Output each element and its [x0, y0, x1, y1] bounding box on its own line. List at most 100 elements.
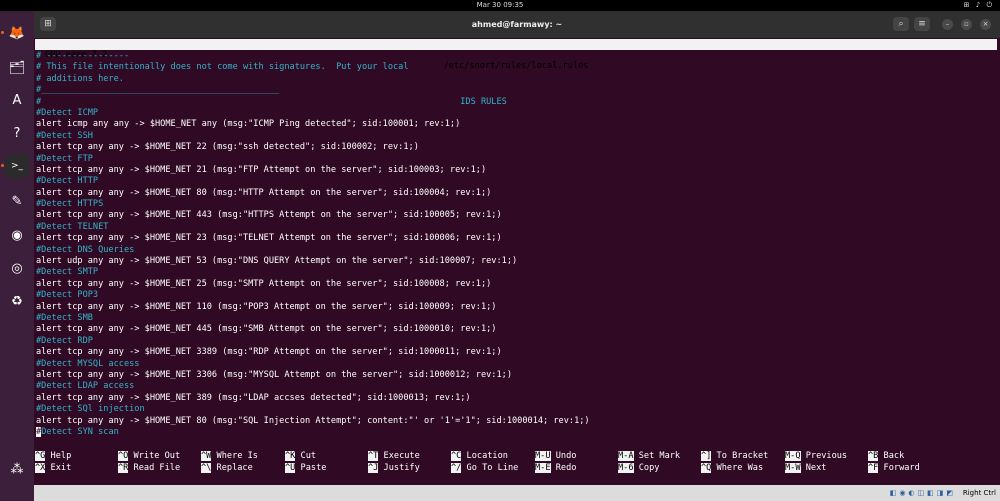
dock-show-apps-icon[interactable]: ⁂ [5, 457, 29, 481]
line-text: Detect SYN scan [41, 426, 119, 437]
nano-header: GNU nano 7.2 /etc/snort/rules/local.rule… [35, 39, 997, 71]
shortcut-previous: M-Q Previous [785, 451, 847, 462]
rule-line[interactable]: alert tcp any any -> $HOME_NET 3389 (msg… [35, 347, 997, 358]
comment-line[interactable]: # This file intentionally does not come … [35, 62, 997, 73]
shortcut-key: M-U [535, 451, 551, 461]
shortcut-key: ^W [201, 451, 212, 461]
shortcut-key: M-W [785, 462, 801, 473]
rule-line[interactable]: alert tcp any any -> $HOME_NET 3306 (msg… [35, 370, 997, 381]
rule-line[interactable]: alert icmp any any -> $HOME_NET any (msg… [35, 119, 997, 130]
shortcut-key: ^B [868, 451, 879, 461]
shortcut-label: Where Was [716, 462, 764, 473]
comment-line[interactable]: #Detect TELNET [35, 222, 997, 233]
comment-line[interactable]: # ---------------- [35, 51, 997, 62]
comment-line[interactable]: #Detect SQl injection [35, 404, 997, 415]
shortcut-key: ^/ [451, 462, 462, 473]
shortcut-where-is: ^W Where Is [201, 451, 258, 462]
dock-disc-2-icon[interactable]: ◎ [5, 256, 29, 280]
rule-line[interactable]: alert tcp any any -> $HOME_NET 443 (msg:… [35, 210, 997, 221]
shortcut-label: Set Mark [638, 451, 681, 461]
nano-editor[interactable]: GNU nano 7.2 /etc/snort/rules/local.rule… [35, 39, 997, 484]
comment-line[interactable]: # IDS RULES [35, 97, 997, 108]
shortcut-key: M-A [618, 451, 634, 461]
shortcut-set-mark: M-A Set Mark [618, 451, 680, 462]
rule-line[interactable]: alert tcp any any -> $HOME_NET 445 (msg:… [35, 324, 997, 335]
rule-line[interactable]: alert tcp any any -> $HOME_NET 80 (msg:"… [35, 188, 997, 199]
shortcut-label: Go To Line [466, 462, 519, 473]
shortcut-label: Exit [50, 462, 72, 473]
rule-line[interactable]: alert tcp any any -> $HOME_NET 23 (msg:"… [35, 233, 997, 244]
shortcut-label: Next [805, 462, 827, 473]
shortcut-key: ^O [118, 451, 129, 461]
comment-line[interactable]: #Detect DNS Queries [35, 245, 997, 256]
volume-icon: ♪ [975, 1, 983, 9]
shortcut-label: Undo [555, 451, 577, 461]
dock-disc-icon[interactable]: ◉ [5, 223, 29, 247]
shortcut-key: M-E [535, 462, 551, 473]
rule-line[interactable]: alert tcp any any -> $HOME_NET 25 (msg:"… [35, 279, 997, 290]
shortcut-label: Execute [383, 451, 420, 461]
shortcut-where-was: ^Q Where Was [701, 462, 764, 474]
power-icon: ⏻ [986, 1, 994, 9]
shortcut-undo: M-U Undo [535, 451, 576, 462]
menu-icon[interactable]: ≡ [914, 17, 930, 31]
comment-line[interactable]: #Detect SYN scan [35, 426, 997, 438]
shortcut-paste: ^U Paste [285, 462, 326, 474]
shortcut-exit: ^X Exit [35, 462, 72, 474]
shortcut-forward: ^F Forward [868, 462, 920, 474]
rule-line[interactable]: alert tcp any any -> $HOME_NET 389 (msg:… [35, 393, 997, 404]
dock-trash-icon[interactable]: ♻ [5, 289, 29, 313]
comment-line[interactable]: #Detect FTP [35, 154, 997, 165]
maximize-icon[interactable]: ▫ [961, 19, 972, 30]
dock-text-editor-icon[interactable]: ✎ [5, 189, 29, 213]
comment-line[interactable]: #Detect LDAP access [35, 381, 997, 392]
shortcut-back: ^B Back [868, 451, 904, 462]
terminal-window: ⊞ ahmed@farmawy: ~ ⌕ ≡ – ▫ × GNU nano 7.… [34, 11, 1000, 485]
search-icon[interactable]: ⌕ [893, 17, 909, 31]
shortcut-label: Back [883, 451, 905, 461]
dock-app-center-icon[interactable]: A [5, 88, 29, 112]
editor-content[interactable]: # ---------------- # This file intentiona… [35, 51, 997, 438]
rule-line[interactable]: alert tcp any any -> $HOME_NET 110 (msg:… [35, 302, 997, 313]
rule-line[interactable]: alert tcp any any -> $HOME_NET 22 (msg:"… [35, 142, 997, 153]
shortcut-label: Forward [883, 462, 920, 473]
minimize-icon[interactable]: – [942, 19, 953, 30]
rule-line[interactable]: alert tcp any any -> $HOME_NET 80 (msg:"… [35, 416, 997, 427]
shortcut-key: M-6 [618, 462, 634, 473]
dock-help-icon[interactable]: ? [5, 121, 29, 145]
rule-line[interactable]: alert udp any any -> $HOME_NET 53 (msg:"… [35, 256, 997, 267]
dock-files-icon[interactable]: 🗂 [5, 56, 29, 80]
dock-firefox-icon[interactable]: 🦊 [5, 21, 29, 45]
shortcut-key: ^X [35, 462, 46, 473]
comment-line[interactable]: #Detect SSH [35, 131, 997, 142]
close-icon[interactable]: × [980, 19, 991, 30]
system-tray[interactable]: ⊞ ♪ ⏻ [964, 0, 994, 11]
comment-line[interactable]: #Detect RDP [35, 336, 997, 347]
dock: 🦊 🗂 A? >_ ✎ ◉ ◎ ♻ ⁂ [0, 11, 34, 501]
clock[interactable]: Mar 30 09:35 [0, 0, 1000, 11]
shortcut-key: ^K [285, 451, 296, 461]
comment-line[interactable]: #Detect POP3 [35, 290, 997, 301]
shortcut-label: Cut [300, 451, 317, 461]
shortcut-to-bracket: ^] To Bracket [701, 451, 768, 462]
shortcut-label: Write Out [133, 451, 181, 461]
comment-line[interactable]: #Detect ICMP [35, 108, 997, 119]
shortcut-key: ^J [368, 462, 379, 473]
comment-line[interactable]: # additions here. [35, 74, 997, 85]
dock-terminal-icon[interactable]: >_ [5, 154, 29, 178]
title-bar: ⊞ ahmed@farmawy: ~ ⌕ ≡ – ▫ × [34, 11, 1000, 38]
shortcut-read-file: ^R Read File [118, 462, 180, 474]
shortcut-key: ^C [451, 451, 462, 461]
comment-line[interactable]: #Detect HTTPS [35, 199, 997, 210]
comment-line[interactable]: #_______________________________________… [35, 85, 997, 96]
comment-line[interactable]: #Detect MYSQL access [35, 359, 997, 370]
shortcut-key: ^Q [701, 462, 712, 473]
comment-line[interactable]: #Detect HTTP [35, 176, 997, 187]
shortcut-label: Redo [555, 462, 577, 473]
rule-line[interactable]: alert tcp any any -> $HOME_NET 21 (msg:"… [35, 165, 997, 176]
host-status-icons[interactable]: ◧◉◐◫◧◨◩ [890, 485, 956, 501]
comment-line[interactable]: #Detect SMB [35, 313, 997, 324]
comment-line[interactable]: #Detect SMTP [35, 267, 997, 278]
shortcut-justify: ^J Justify [368, 462, 420, 474]
shortcut-key: ^U [285, 462, 296, 473]
